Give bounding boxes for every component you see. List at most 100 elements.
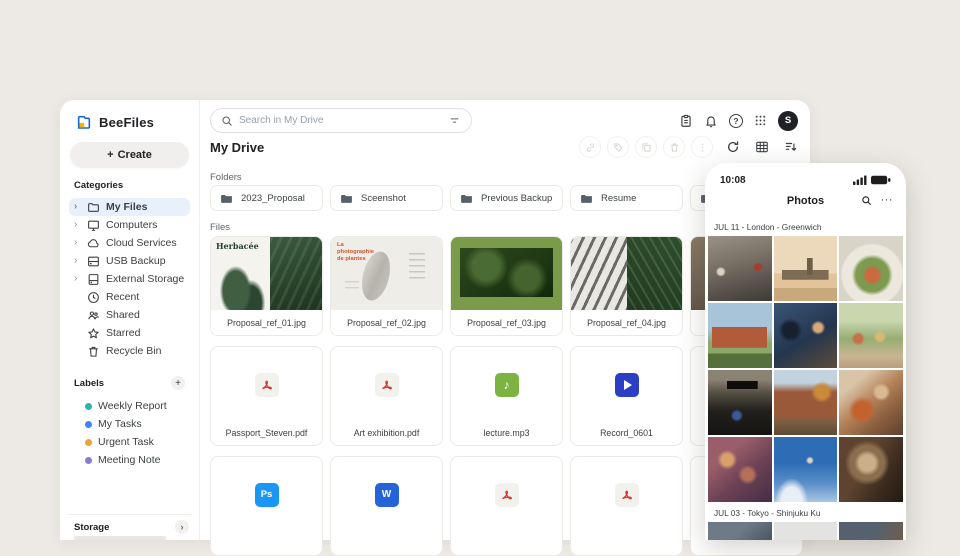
photo-thumbnail-campervan-interior[interactable] bbox=[839, 437, 903, 502]
photo-thumbnail-blue-sky-bird[interactable] bbox=[774, 437, 838, 502]
create-button[interactable]: + Create bbox=[70, 142, 189, 168]
photo-thumbnail-family-portrait[interactable] bbox=[839, 370, 903, 435]
signal-strength-icon bbox=[853, 175, 867, 185]
photos-app-header: Photos ··· bbox=[705, 190, 906, 216]
sidebar-item-label: External Storage bbox=[106, 273, 184, 285]
phone-status-bar: 10:08 bbox=[705, 163, 906, 187]
file-name: Proposal_ref_01.jpg bbox=[211, 310, 322, 335]
photo-thumbnail-thames-sunset-skyline[interactable] bbox=[774, 236, 838, 301]
more-options-button[interactable] bbox=[691, 136, 713, 158]
label-item-text: Urgent Task bbox=[98, 436, 154, 448]
file-card-lecture-mp3[interactable]: ♪ lecture.mp3 bbox=[450, 346, 563, 446]
app-logo: BeeFiles bbox=[76, 114, 191, 130]
phone-overlay: 10:08 Photos ··· JUL 11 - London - Green… bbox=[705, 163, 906, 540]
label-item-my-tasks[interactable]: My Tasks bbox=[69, 415, 190, 433]
sidebar: BeeFiles + Create Categories › My Files … bbox=[60, 100, 200, 540]
notifications-bell-icon[interactable] bbox=[704, 114, 718, 128]
label-item-meeting-note[interactable]: Meeting Note bbox=[69, 451, 190, 469]
photo-thumbnail-street-musicians[interactable] bbox=[708, 437, 772, 502]
label-item-weekly-report[interactable]: Weekly Report bbox=[69, 397, 190, 415]
file-card-passport-steven-pdf[interactable]: Passport_Steven.pdf bbox=[210, 346, 323, 446]
sidebar-item-cloud-services[interactable]: › Cloud Services bbox=[69, 234, 190, 252]
file-card-proposal-ref-01[interactable]: Herbacée Proposal_ref_01.jpg bbox=[210, 236, 323, 336]
photo-thumbnail-couple-at-cafe[interactable] bbox=[774, 303, 838, 368]
sidebar-item-external-storage[interactable]: › External Storage bbox=[69, 270, 190, 288]
sidebar-item-recycle-bin[interactable]: Recycle Bin bbox=[69, 342, 190, 360]
file-card-proposal-ref-04[interactable]: Proposal_ref_04.jpg bbox=[570, 236, 683, 336]
apps-grid-icon[interactable] bbox=[754, 114, 767, 127]
file-card-pdf-3[interactable] bbox=[450, 456, 563, 556]
file-card-art-exhibition-pdf[interactable]: Art exhibition.pdf bbox=[330, 346, 443, 446]
file-name: lecture.mp3 bbox=[451, 420, 562, 445]
photo-thumbnail-tokyo-street-1[interactable] bbox=[708, 522, 772, 540]
photo-section-date: JUL 03 - Tokyo - Shinjuku Ku bbox=[705, 502, 906, 522]
photo-thumbnail-tokyo-building[interactable] bbox=[774, 522, 838, 540]
photo-thumbnail-brick-townhouses[interactable] bbox=[774, 370, 838, 435]
folder-chip-sceenshot[interactable]: Sceenshot bbox=[330, 185, 443, 211]
chevron-right-icon: › bbox=[74, 202, 81, 212]
chevron-right-icon: › bbox=[74, 274, 81, 284]
thumbnail-cover-title: Herbacée bbox=[216, 241, 259, 251]
copy-button[interactable] bbox=[635, 136, 657, 158]
folder-chip-previous-backup[interactable]: Previous Backup bbox=[450, 185, 563, 211]
sidebar-item-starred[interactable]: Starred bbox=[69, 324, 190, 342]
pdf-file-icon bbox=[615, 483, 639, 507]
sort-button[interactable] bbox=[782, 138, 800, 156]
sidebar-item-recent[interactable]: Recent bbox=[69, 288, 190, 306]
label-tag-button[interactable] bbox=[607, 136, 629, 158]
sidebar-item-computers[interactable]: › Computers bbox=[69, 216, 190, 234]
delete-button[interactable] bbox=[663, 136, 685, 158]
file-card-pdf-4[interactable] bbox=[570, 456, 683, 556]
file-thumbnail: Herbacée bbox=[211, 237, 322, 312]
more-options-icon[interactable]: ··· bbox=[881, 195, 894, 206]
status-time: 10:08 bbox=[720, 175, 746, 186]
search-icon bbox=[221, 115, 233, 127]
storage-progress-bar bbox=[74, 536, 166, 540]
photo-thumbnail-graduation-cap[interactable] bbox=[708, 370, 772, 435]
add-label-button[interactable]: + bbox=[171, 376, 185, 390]
storage-expand-button[interactable]: › bbox=[175, 520, 189, 534]
photo-thumbnail-restaurant-dish[interactable] bbox=[839, 236, 903, 301]
folder-chip-resume[interactable]: Resume bbox=[570, 185, 683, 211]
label-item-urgent-task[interactable]: Urgent Task bbox=[69, 433, 190, 451]
file-name: Proposal_ref_03.jpg bbox=[451, 310, 562, 335]
label-color-dot bbox=[85, 403, 92, 410]
folder-icon bbox=[340, 192, 353, 205]
file-card-record-0601[interactable]: Record_0601 bbox=[570, 346, 683, 446]
file-card-photoshop[interactable]: Ps bbox=[210, 456, 323, 556]
search-input[interactable] bbox=[239, 115, 442, 126]
file-card-word[interactable]: W bbox=[330, 456, 443, 556]
help-icon[interactable]: ? bbox=[729, 114, 743, 128]
photo-section-date: JUL 11 - London - Greenwich bbox=[705, 216, 906, 236]
photo-thumbnail-university-lawn[interactable] bbox=[708, 303, 772, 368]
folder-chip-2023-proposal[interactable]: 2023_Proposal bbox=[210, 185, 323, 211]
beefiles-window: BeeFiles + Create Categories › My Files … bbox=[60, 100, 810, 540]
word-file-icon: W bbox=[375, 483, 399, 507]
grid-view-button[interactable] bbox=[753, 138, 771, 156]
label-color-dot bbox=[85, 421, 92, 428]
sidebar-item-shared[interactable]: Shared bbox=[69, 306, 190, 324]
avatar[interactable]: S bbox=[778, 111, 798, 131]
get-link-button[interactable] bbox=[579, 136, 601, 158]
file-card-proposal-ref-02[interactable]: La photographie de plantes Proposal_ref_… bbox=[330, 236, 443, 336]
chevron-right-icon: › bbox=[74, 238, 81, 248]
star-icon bbox=[87, 327, 100, 340]
photo-thumbnail-friends-picnic[interactable] bbox=[839, 303, 903, 368]
file-card-proposal-ref-03[interactable]: Proposal_ref_03.jpg bbox=[450, 236, 563, 336]
sidebar-item-my-files[interactable]: › My Files bbox=[69, 198, 190, 216]
search-icon[interactable] bbox=[861, 195, 872, 206]
search-bar[interactable] bbox=[210, 108, 472, 133]
tasks-icon[interactable] bbox=[679, 114, 693, 128]
beefiles-logo-icon bbox=[76, 114, 92, 130]
photo-thumbnail-london-street-pub[interactable] bbox=[708, 236, 772, 301]
photo-thumbnail-tokyo-shop[interactable] bbox=[839, 522, 903, 540]
filter-icon[interactable] bbox=[448, 114, 461, 127]
folders-section-title: Folders bbox=[210, 172, 242, 183]
folder-icon bbox=[580, 192, 593, 205]
audio-file-icon: ♪ bbox=[495, 373, 519, 397]
sidebar-item-usb-backup[interactable]: › USB Backup bbox=[69, 252, 190, 270]
sidebar-item-label: My Files bbox=[106, 201, 147, 213]
photoshop-file-icon: Ps bbox=[255, 483, 279, 507]
folder-chip-label: Resume bbox=[601, 193, 636, 204]
refresh-button[interactable] bbox=[724, 138, 742, 156]
